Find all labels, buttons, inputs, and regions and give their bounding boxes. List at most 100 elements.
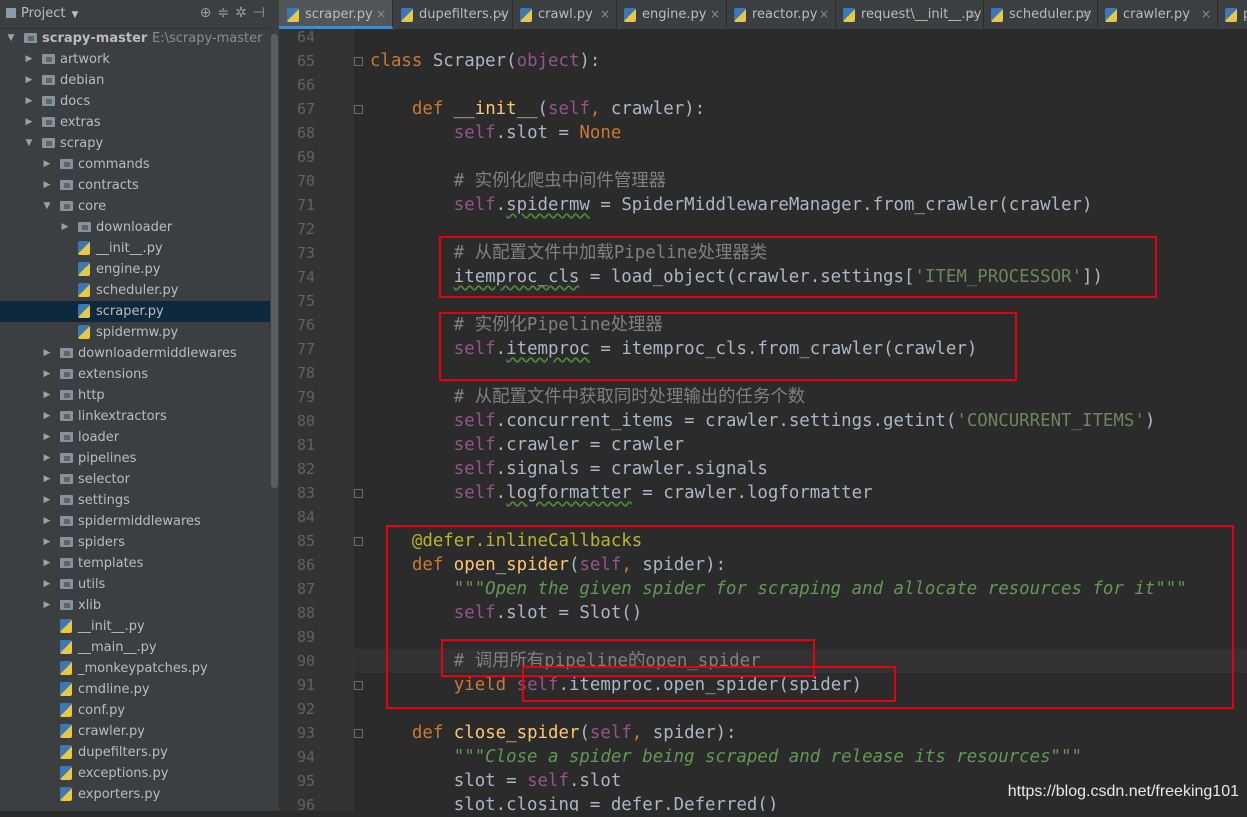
tree-folder[interactable]: ▶ extras — [0, 112, 279, 133]
tree-file[interactable]: scraper.py — [0, 301, 279, 322]
locate-icon[interactable]: ⊕ — [200, 5, 218, 21]
close-icon[interactable]: × — [1201, 0, 1211, 29]
code-token: slot.closing = defer.Deferred() — [453, 795, 779, 811]
tree-folder[interactable]: ▶ http — [0, 385, 279, 406]
fold-marker-icon[interactable] — [354, 681, 363, 690]
tree-folder[interactable]: ▶ spiders — [0, 532, 279, 553]
tree-file[interactable]: __init__.py — [0, 616, 279, 637]
tree-folder[interactable]: ▶ docs — [0, 91, 279, 112]
fold-marker-icon[interactable] — [354, 729, 363, 738]
fold-marker-icon[interactable] — [354, 57, 363, 66]
folder-icon — [60, 558, 73, 568]
chevron-right-icon[interactable]: ▶ — [42, 343, 52, 364]
tree-folder[interactable]: ▼ scrapy — [0, 133, 279, 154]
close-icon[interactable]: × — [967, 0, 977, 29]
tree-folder[interactable]: ▼ scrapy-master E:\scrapy-master — [0, 28, 279, 49]
chevron-right-icon[interactable]: ▶ — [60, 217, 70, 238]
chevron-right-icon[interactable]: ▶ — [42, 490, 52, 511]
tree-folder[interactable]: ▶ extensions — [0, 364, 279, 385]
fold-marker-icon[interactable] — [354, 489, 363, 498]
tree-file[interactable]: exceptions.py — [0, 763, 279, 784]
tree-file[interactable]: __init__.py — [0, 238, 279, 259]
fold-marker-icon[interactable] — [354, 537, 363, 546]
chevron-down-icon[interactable]: ▼ — [24, 133, 34, 154]
project-scrollbar[interactable] — [270, 28, 279, 811]
tree-folder[interactable]: ▶ commands — [0, 154, 279, 175]
chevron-right-icon[interactable]: ▶ — [24, 49, 34, 70]
tree-file[interactable]: dupefilters.py — [0, 742, 279, 763]
chevron-right-icon[interactable]: ▶ — [42, 595, 52, 616]
tree-folder[interactable]: ▶ selector — [0, 469, 279, 490]
tree-folder[interactable]: ▶ downloadermiddlewares — [0, 343, 279, 364]
chevron-right-icon[interactable]: ▶ — [42, 406, 52, 427]
chevron-right-icon[interactable]: ▶ — [42, 175, 52, 196]
chevron-right-icon[interactable]: ▶ — [42, 511, 52, 532]
project-view-selector[interactable]: Project ▼ — [6, 6, 78, 21]
editor-tab[interactable]: crawler.py × — [1097, 0, 1218, 29]
close-icon[interactable]: × — [376, 0, 386, 29]
python-file-icon — [734, 8, 746, 22]
collapse-icon[interactable]: ≑ — [217, 5, 235, 21]
chevron-right-icon[interactable]: ▶ — [42, 154, 52, 175]
tree-folder[interactable]: ▶ loader — [0, 427, 279, 448]
tree-folder[interactable]: ▼ core — [0, 196, 279, 217]
chevron-right-icon[interactable]: ▶ — [24, 112, 34, 133]
tree-folder[interactable]: ▶ contracts — [0, 175, 279, 196]
tree-folder[interactable]: ▶ debian — [0, 70, 279, 91]
tree-file[interactable]: cmdline.py — [0, 679, 279, 700]
close-icon[interactable]: × — [1081, 0, 1091, 29]
tree-folder[interactable]: ▶ pipelines — [0, 448, 279, 469]
tree-file[interactable]: scheduler.py — [0, 280, 279, 301]
folder-icon — [42, 138, 55, 148]
editor-tab[interactable]: scheduler.py × — [983, 0, 1098, 29]
tree-file[interactable]: conf.py — [0, 700, 279, 721]
tree-folder[interactable]: ▶ spidermiddlewares — [0, 511, 279, 532]
editor-tab[interactable]: dupefilters.py × — [393, 0, 513, 29]
close-icon[interactable]: × — [600, 0, 610, 29]
chevron-right-icon[interactable]: ▶ — [42, 385, 52, 406]
code-token: self — [589, 723, 632, 743]
chevron-right-icon[interactable]: ▶ — [42, 448, 52, 469]
tree-file[interactable]: exporters.py — [0, 784, 279, 805]
chevron-down-icon[interactable]: ▼ — [71, 10, 78, 20]
scrollbar-thumb[interactable] — [271, 34, 278, 488]
chevron-right-icon[interactable]: ▶ — [24, 91, 34, 112]
chevron-right-icon[interactable]: ▶ — [42, 574, 52, 595]
tree-folder[interactable]: ▶ xlib — [0, 595, 279, 616]
close-icon[interactable]: × — [819, 0, 829, 29]
tree-file[interactable]: crawler.py — [0, 721, 279, 742]
tree-file[interactable]: spidermw.py — [0, 322, 279, 343]
editor-tab[interactable]: p — [1217, 0, 1247, 29]
code-editor[interactable]: class Scraper(object): def __init__(self… — [354, 29, 1247, 811]
chevron-right-icon[interactable]: ▶ — [24, 70, 34, 91]
hide-icon[interactable]: ⊣ — [253, 5, 271, 21]
tree-file[interactable]: _monkeypatches.py — [0, 658, 279, 679]
chevron-down-icon[interactable]: ▼ — [6, 28, 16, 49]
chevron-down-icon[interactable]: ▼ — [42, 196, 52, 217]
code-token: self — [527, 771, 569, 791]
fold-marker-icon[interactable] — [354, 105, 363, 114]
tree-folder[interactable]: ▶ settings — [0, 490, 279, 511]
tree-folder[interactable]: ▶ downloader — [0, 217, 279, 238]
editor-tab[interactable]: reactor.py × — [726, 0, 836, 29]
line-number: 70 — [296, 172, 315, 190]
chevron-right-icon[interactable]: ▶ — [42, 427, 52, 448]
editor-tab[interactable]: engine.py × — [616, 0, 727, 29]
tree-folder[interactable]: ▶ artwork — [0, 49, 279, 70]
tree-folder[interactable]: ▶ utils — [0, 574, 279, 595]
tree-item-label: extensions — [78, 367, 149, 382]
chevron-right-icon[interactable]: ▶ — [42, 532, 52, 553]
tree-folder[interactable]: ▶ linkextractors — [0, 406, 279, 427]
tree-file[interactable]: engine.py — [0, 259, 279, 280]
folder-icon — [42, 54, 55, 64]
chevron-right-icon[interactable]: ▶ — [42, 364, 52, 385]
tree-file[interactable]: __main__.py — [0, 637, 279, 658]
editor-tab[interactable]: request\__init__.py × — [835, 0, 984, 29]
editor-tab[interactable]: crawl.py × — [512, 0, 617, 29]
close-icon[interactable]: × — [496, 0, 506, 29]
chevron-right-icon[interactable]: ▶ — [42, 469, 52, 490]
chevron-right-icon[interactable]: ▶ — [42, 553, 52, 574]
gear-icon[interactable]: ✲ — [235, 5, 253, 21]
tree-folder[interactable]: ▶ templates — [0, 553, 279, 574]
close-icon[interactable]: × — [710, 0, 720, 29]
